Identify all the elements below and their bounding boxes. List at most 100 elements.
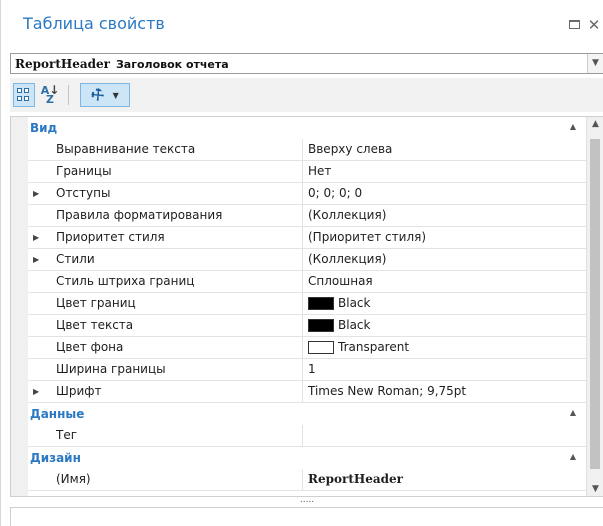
- property-row[interactable]: Шрифт ▶ Times New Roman; 9,75pt: [11, 381, 586, 403]
- property-row[interactable]: Тег: [11, 425, 586, 447]
- property-name: Цвет фона: [28, 337, 303, 359]
- property-value-text: Times New Roman; 9,75pt: [308, 384, 467, 398]
- object-selector-type: Заголовок отчета: [115, 58, 229, 71]
- scroll-up-icon[interactable]: ▲: [587, 119, 603, 129]
- category-row[interactable]: Данные ▲: [11, 403, 586, 425]
- property-value[interactable]: (Приоритет стиля): [303, 227, 586, 249]
- category-label: Вид: [30, 121, 58, 135]
- property-value[interactable]: ReportHeader: [303, 469, 586, 491]
- property-rows: Вид ▲ Выравнивание текста Вверху слева Грани…: [11, 117, 586, 491]
- window-restore-icon[interactable]: [567, 18, 581, 32]
- property-name-text: Границы: [56, 164, 112, 178]
- scrollbar-thumb[interactable]: [590, 139, 600, 469]
- property-row[interactable]: Границы Нет: [11, 161, 586, 183]
- collapse-icon[interactable]: ▲: [570, 408, 576, 417]
- property-row[interactable]: (Имя) ReportHeader: [11, 469, 586, 491]
- property-row[interactable]: Выравнивание текста Вверху слева: [11, 139, 586, 161]
- property-name-text: Цвет фона: [56, 340, 124, 354]
- property-name: Шрифт: [28, 381, 303, 403]
- property-value[interactable]: Times New Roman; 9,75pt: [303, 381, 586, 403]
- property-value[interactable]: (Коллекция): [303, 205, 586, 227]
- category-label: Данные: [30, 407, 85, 421]
- property-value[interactable]: 1: [303, 359, 586, 381]
- property-name-text: Цвет текста: [56, 318, 134, 332]
- property-name: Стиль штриха границ: [28, 271, 303, 293]
- collapse-icon[interactable]: ▲: [570, 452, 576, 461]
- property-value[interactable]: Сплошная: [303, 271, 586, 293]
- property-name: Тег: [28, 425, 303, 447]
- category-row[interactable]: Дизайн ▲: [11, 447, 586, 469]
- property-row[interactable]: Стиль штриха границ Сплошная: [11, 271, 586, 293]
- close-icon[interactable]: ✕: [587, 18, 601, 33]
- categorized-view-button[interactable]: [13, 83, 35, 107]
- property-name: Выравнивание текста: [28, 139, 303, 161]
- description-panel: [10, 507, 603, 526]
- property-name-text: Тег: [56, 428, 78, 442]
- property-name-text: Стили: [56, 252, 95, 266]
- property-name: Границы: [28, 161, 303, 183]
- property-row[interactable]: Цвет границ Black: [11, 293, 586, 315]
- property-grid-toolbar: A↓ Z ⚒ ▼: [10, 78, 603, 112]
- property-value[interactable]: Вверху слева: [303, 139, 586, 161]
- alphabetical-view-button[interactable]: A↓ Z: [39, 83, 61, 107]
- property-value[interactable]: (Коллекция): [303, 249, 586, 271]
- collapse-icon[interactable]: ▲: [570, 122, 576, 131]
- chevron-down-icon: ▼: [112, 90, 119, 100]
- property-row[interactable]: Правила форматирования (Коллекция): [11, 205, 586, 227]
- property-value-text: (Приоритет стиля): [308, 230, 427, 244]
- property-name-text: Шрифт: [56, 384, 102, 398]
- chevron-down-icon[interactable]: ▼: [587, 54, 603, 73]
- panel-title: Таблица свойств: [23, 14, 165, 33]
- expand-arrow-icon[interactable]: ▶: [33, 183, 39, 205]
- property-name-text: Правила форматирования: [56, 208, 223, 222]
- property-name-text: Цвет границ: [56, 296, 136, 310]
- expand-arrow-icon[interactable]: ▶: [33, 227, 39, 249]
- scroll-down-icon[interactable]: ▼: [587, 484, 603, 494]
- property-grid: Вид ▲ Выравнивание текста Вверху слева Грани…: [10, 116, 603, 497]
- categorized-icon: [17, 88, 31, 102]
- property-name: Цвет границ: [28, 293, 303, 315]
- property-value-text: 0; 0; 0; 0: [308, 186, 363, 200]
- property-value-text: Сплошная: [308, 274, 373, 288]
- property-row[interactable]: Цвет фона Transparent: [11, 337, 586, 359]
- property-value[interactable]: Black: [303, 293, 586, 315]
- property-name: Правила форматирования: [28, 205, 303, 227]
- property-value-text: Нет: [308, 164, 332, 178]
- property-row[interactable]: Цвет текста Black: [11, 315, 586, 337]
- vertical-scrollbar[interactable]: ▲ ▼: [586, 117, 603, 496]
- object-selector[interactable]: ReportHeader Заголовок отчета ▼: [10, 53, 603, 74]
- wrench-icon: ⚒: [86, 83, 109, 107]
- property-name-text: Отступы: [56, 186, 111, 200]
- property-value[interactable]: [303, 425, 586, 447]
- color-swatch: [308, 341, 334, 354]
- property-row[interactable]: Ширина границы 1: [11, 359, 586, 381]
- property-name-text: Выравнивание текста: [56, 142, 196, 156]
- property-value-text: Black: [338, 296, 371, 310]
- category-label: Дизайн: [30, 451, 81, 465]
- property-value[interactable]: Нет: [303, 161, 586, 183]
- property-name-text: Приоритет стиля: [56, 230, 165, 244]
- property-value-text: Вверху слева: [308, 142, 393, 156]
- expand-arrow-icon[interactable]: ▶: [33, 249, 39, 271]
- category-row[interactable]: Вид ▲: [11, 117, 586, 139]
- expand-arrow-icon[interactable]: ▶: [33, 381, 39, 403]
- settings-dropdown-button[interactable]: ⚒ ▼: [80, 83, 130, 107]
- property-value[interactable]: Transparent: [303, 337, 586, 359]
- property-name: Цвет текста: [28, 315, 303, 337]
- properties-panel: Таблица свойств ✕ ReportHeader Заголовок …: [0, 0, 603, 526]
- object-selector-name: ReportHeader: [15, 57, 110, 71]
- property-name: Стили: [28, 249, 303, 271]
- property-value[interactable]: 0; 0; 0; 0: [303, 183, 586, 205]
- color-swatch: [308, 319, 334, 332]
- property-row[interactable]: Приоритет стиля ▶ (Приоритет стиля): [11, 227, 586, 249]
- property-value-text: Black: [338, 318, 371, 332]
- property-row[interactable]: Отступы ▶ 0; 0; 0; 0: [11, 183, 586, 205]
- property-value[interactable]: Black: [303, 315, 586, 337]
- property-row[interactable]: Стили ▶ (Коллекция): [11, 249, 586, 271]
- property-name-text: Стиль штриха границ: [56, 274, 195, 288]
- property-name: Отступы: [28, 183, 303, 205]
- property-name-text: (Имя): [56, 472, 91, 486]
- property-value-text: 1: [308, 362, 316, 376]
- sort-az-icon: A↓ Z: [40, 83, 60, 106]
- description-splitter[interactable]: .....: [10, 496, 603, 507]
